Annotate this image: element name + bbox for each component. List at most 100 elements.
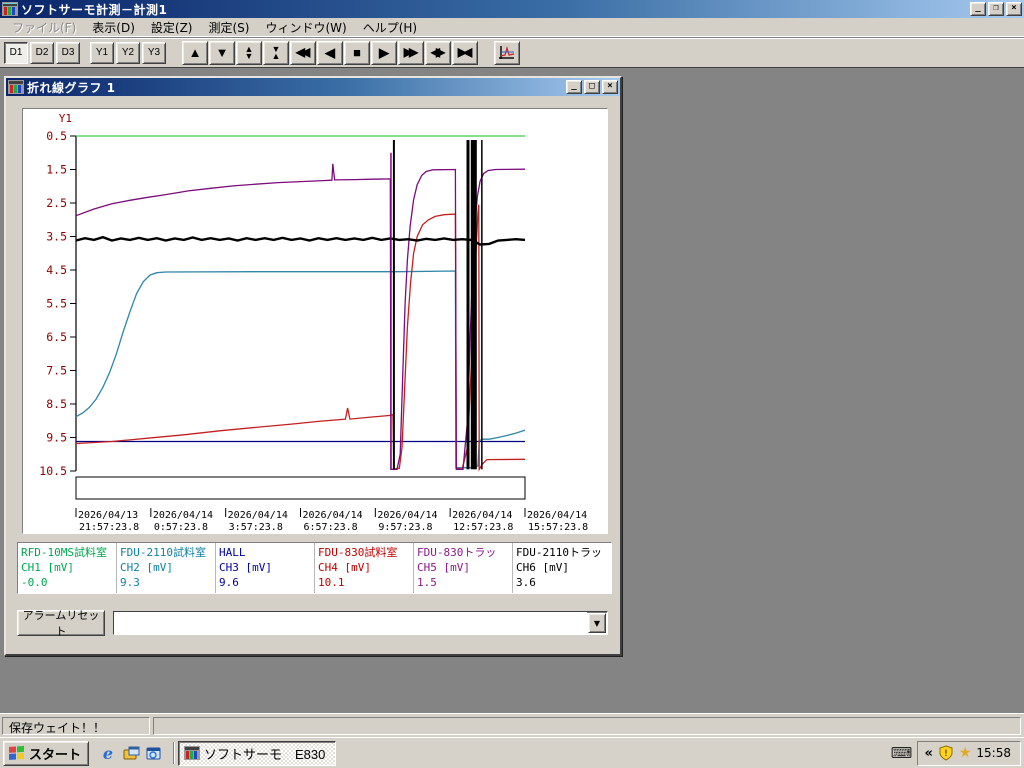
restore-button[interactable]: ❐ xyxy=(988,2,1004,16)
x-tick-date: 2026/04/14 xyxy=(303,510,363,521)
y-tick-label: 6.5 xyxy=(46,330,67,344)
x-tick-time: 6:57:23.8 xyxy=(304,522,358,533)
y-tick-label: 9.5 xyxy=(46,431,67,445)
y-tick-label: 0.5 xyxy=(46,129,67,143)
graph-settings-button[interactable] xyxy=(494,40,520,65)
menu-measure[interactable]: 測定(S) xyxy=(200,17,257,38)
toolbar-fast-forward-button[interactable]: ▶▶ xyxy=(398,40,424,65)
internet-explorer-icon[interactable]: e xyxy=(99,744,117,763)
menu-window[interactable]: ウィンドウ(W) xyxy=(257,17,354,38)
chart-panel: Y1 0.5 1.5 2.5 3.5 4.5 5.5 6.5 7.5 8.5 9.5 10.5 2026… xyxy=(22,108,608,534)
toolbar-y2-button[interactable]: Y2 xyxy=(116,41,140,64)
x-tick-time: 12:57:23.8 xyxy=(453,522,513,533)
close-button[interactable]: × xyxy=(1006,2,1022,16)
toolbar-expand-vertical-button[interactable]: ▲ ▼ xyxy=(236,40,262,65)
line-chart: Y1 0.5 1.5 2.5 3.5 4.5 5.5 6.5 7.5 8.5 9.5 10.5 2026… xyxy=(39,112,588,533)
toolbar-y3-button[interactable]: Y3 xyxy=(142,41,166,64)
event-spike xyxy=(390,152,392,470)
menu-settings[interactable]: 設定(Z) xyxy=(143,17,201,38)
y-axis-label: Y1 xyxy=(59,112,72,125)
desktop: ソフトサーモ計測－計測1 _ ❐ × ファイル(F) 表示(D) 設定(Z) 測定(S… xyxy=(0,0,1024,768)
graph-close-button[interactable]: × xyxy=(602,80,618,94)
minimize-button[interactable]: _ xyxy=(970,2,986,16)
ie-window-icon[interactable] xyxy=(145,744,163,762)
x-tick-date: 2026/04/14 xyxy=(377,510,437,521)
x-tick-time: 15:57:23.8 xyxy=(528,522,588,533)
tray-chevron-icon[interactable]: « xyxy=(924,746,932,761)
x-tick-date: 2026/04/13 xyxy=(78,510,138,521)
x-tick-time: 0:57:23.8 xyxy=(154,522,208,533)
legend-sensor: FDU-2110トラッ xyxy=(516,546,602,559)
y-tick-label: 2.5 xyxy=(46,196,67,210)
legend-channel-label: CH1 [mV] xyxy=(21,561,74,574)
toolbar-fast-rewind-button[interactable]: ◀◀ xyxy=(290,40,316,65)
toolbar-compress-vertical-button[interactable]: ▼ ▲ xyxy=(263,40,289,65)
alarm-row: アラームリセット ▼ xyxy=(17,610,608,638)
toolbar-step-right-button[interactable]: ▶ xyxy=(371,40,397,65)
legend-channel-5: FDU-830トラッ CH5 [mV] 1.5 xyxy=(414,543,513,593)
graph-minimize-button[interactable]: _ xyxy=(566,80,582,94)
legend-channel-label: CH3 [mV] xyxy=(219,561,272,574)
tray-area: ⌨ « ! ★ 15:58 xyxy=(891,740,1021,766)
x-tick-date: 2026/04/14 xyxy=(228,510,288,521)
language-bar-keyboard-icon[interactable]: ⌨ xyxy=(891,745,913,761)
toolbar-expand-horizontal-button[interactable]: ◀▶ xyxy=(425,40,451,65)
legend-channel-1: RFD-10MS試料室 CH1 [mV] -0.0 xyxy=(18,543,117,593)
legend-channel-6: FDU-2110トラッ CH6 [mV] 3.6 xyxy=(513,543,611,593)
legend-value: 9.3 xyxy=(120,576,140,589)
task-button-softthermo[interactable]: ソフトサーモ E830 xyxy=(178,740,337,766)
x-tick-date: 2026/04/14 xyxy=(153,510,213,521)
combobox-dropdown-icon[interactable]: ▼ xyxy=(588,613,606,633)
security-shield-icon[interactable]: ! xyxy=(938,745,954,761)
toolbar-stop-button[interactable]: ■ xyxy=(344,40,370,65)
alarm-reset-button[interactable]: アラームリセット xyxy=(17,610,105,638)
event-spike xyxy=(481,140,483,470)
event-spike xyxy=(470,140,477,470)
legend-channel-label: CH2 [mV] xyxy=(120,561,173,574)
alarm-combobox-input[interactable] xyxy=(114,612,587,634)
taskbar-divider xyxy=(173,742,175,764)
show-desktop-icon[interactable] xyxy=(122,744,140,762)
task-label: ソフトサーモ E830 xyxy=(204,746,326,762)
legend-channel-2: FDU-2110試料室 CH2 [mV] 9.3 xyxy=(117,543,216,593)
x-tick-time: 9:57:23.8 xyxy=(378,522,432,533)
event-spike xyxy=(466,140,470,470)
toolbar-d2-button[interactable]: D2 xyxy=(30,41,54,64)
legend-value: 1.5 xyxy=(417,576,437,589)
quick-launch: e xyxy=(93,744,169,763)
toolbar-group-d: D1 D2 D3 xyxy=(4,41,80,64)
start-button[interactable]: スタート xyxy=(3,740,90,766)
graph-maximize-button[interactable]: □ xyxy=(584,80,600,94)
toolbar-scroll-up-button[interactable]: ▲ xyxy=(182,40,208,65)
menu-view[interactable]: 表示(D) xyxy=(84,17,143,38)
status-bar: 保存ウェイト！！ xyxy=(0,713,1024,737)
y-tick-label: 5.5 xyxy=(46,297,67,311)
graph-window: 折れ線グラフ 1 _ □ × Y1 0.5 1.5 2.5 3.5 4.5 5.5 6.5 7.… xyxy=(4,76,622,656)
event-spike xyxy=(392,140,395,470)
toolbar-d3-button[interactable]: D3 xyxy=(56,41,80,64)
menu-file[interactable]: ファイル(F) xyxy=(4,17,84,38)
legend-value: 10.1 xyxy=(318,576,345,589)
legend-value: -0.0 xyxy=(21,576,48,589)
main-titlebar: ソフトサーモ計測－計測1 _ ❐ × xyxy=(0,0,1024,18)
start-label: スタート xyxy=(29,746,82,762)
legend-sensor: FDU-2110試料室 xyxy=(120,546,206,559)
x-range-selector[interactable] xyxy=(75,476,526,500)
legend-sensor: HALL xyxy=(219,546,246,559)
menu-help[interactable]: ヘルプ(H) xyxy=(355,17,425,38)
task-app-icon xyxy=(184,746,201,760)
graph-icon xyxy=(499,45,515,59)
legend-channel-label: CH4 [mV] xyxy=(318,561,371,574)
x-tick-time: 21:57:23.8 xyxy=(79,522,139,533)
toolbar-d1-button[interactable]: D1 xyxy=(4,41,28,64)
series-line xyxy=(75,204,526,472)
tray-star-icon[interactable]: ★ xyxy=(959,745,972,761)
x-tick-time: 3:57:23.8 xyxy=(229,522,283,533)
toolbar-compress-horizontal-button[interactable]: ▶◀ xyxy=(452,40,478,65)
toolbar-y1-button[interactable]: Y1 xyxy=(90,41,114,64)
toolbar-scroll-down-button[interactable]: ▼ xyxy=(209,40,235,65)
mdi-area: 折れ線グラフ 1 _ □ × Y1 0.5 1.5 2.5 3.5 4.5 5.5 6.5 7.… xyxy=(0,67,1024,713)
toolbar-group-y: Y1 Y2 Y3 xyxy=(90,41,166,64)
toolbar-step-left-button[interactable]: ◀ xyxy=(317,40,343,65)
alarm-combobox[interactable]: ▼ xyxy=(113,611,608,635)
